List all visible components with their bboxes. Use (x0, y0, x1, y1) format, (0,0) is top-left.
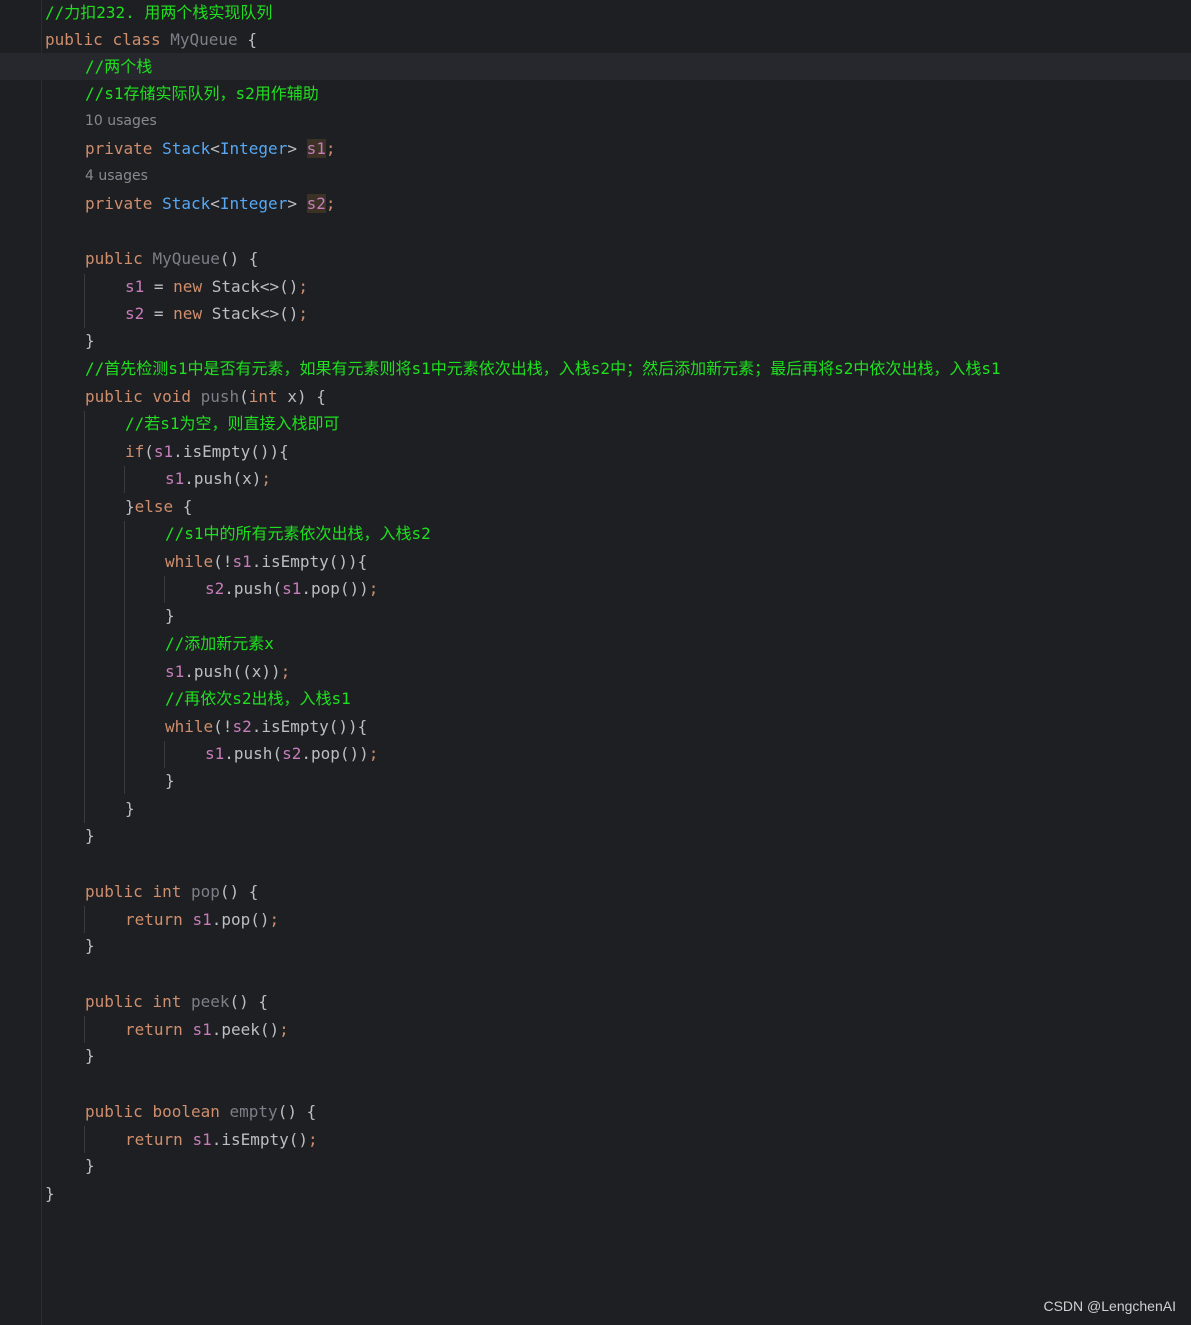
class-name: MyQueue (170, 30, 238, 49)
comment: //力扣232. 用两个栈实现队列 (45, 3, 273, 22)
type-name: Integer (219, 139, 288, 158)
code-line[interactable]: }else { (0, 493, 1191, 520)
code-line[interactable]: return s1.isEmpty(); (0, 1126, 1191, 1153)
code-line[interactable]: s2 = new Stack<>(); (0, 300, 1191, 327)
code-line[interactable]: } (0, 327, 1191, 354)
method-name: push (200, 387, 240, 406)
code-line[interactable]: } (0, 767, 1191, 794)
code-line[interactable]: while(!s2.isEmpty()){ (0, 713, 1191, 740)
usages-hint[interactable]: 4 usages (0, 163, 1191, 190)
comment: //s1存储实际队列，s2用作辅助 (85, 84, 319, 103)
method-name: MyQueue (152, 249, 220, 268)
keyword: public (85, 387, 143, 406)
watermark: CSDN @LengchenAI (1043, 1298, 1176, 1314)
code-line[interactable]: public boolean empty() { (0, 1098, 1191, 1125)
code-line[interactable]: //再依次s2出栈，入栈s1 (0, 685, 1191, 712)
code-line[interactable]: return s1.peek(); (0, 1016, 1191, 1043)
keyword: else (134, 497, 174, 516)
keyword: void (152, 387, 191, 406)
field-s1: s1 (306, 139, 326, 158)
field-ref: s1 (125, 277, 145, 296)
code-line[interactable]: public class MyQueue { (0, 26, 1191, 53)
comment: //若s1为空，则直接入栈即可 (125, 414, 340, 433)
brace: { (237, 30, 257, 49)
method-name: empty (229, 1102, 278, 1121)
usages-hint[interactable]: 10 usages (0, 108, 1191, 135)
code-editor[interactable]: //力扣232. 用两个栈实现队列 public class MyQueue {… (0, 0, 1191, 1325)
code-line[interactable]: private Stack<Integer> s1; (0, 135, 1191, 162)
code-line[interactable]: } (0, 932, 1191, 959)
keyword: new (173, 277, 203, 296)
code-line[interactable]: } (0, 602, 1191, 629)
field-s2: s2 (306, 194, 326, 213)
code-line[interactable]: //力扣232. 用两个栈实现队列 (0, 0, 1191, 26)
code-line[interactable]: } (0, 795, 1191, 822)
current-line[interactable]: //两个栈 (0, 53, 1191, 80)
code-line[interactable]: public int pop() { (0, 878, 1191, 905)
code-line[interactable]: return s1.pop(); (0, 906, 1191, 933)
code-line[interactable]: } (0, 822, 1191, 849)
keyword: int (248, 387, 278, 406)
keyword: while (165, 717, 214, 736)
comment: //首先检测s1中是否有元素，如果有元素则将s1中元素依次出栈，入栈s2中；然后… (85, 359, 1001, 378)
type-name: Integer (219, 194, 288, 213)
code-line[interactable]: } (0, 1152, 1191, 1179)
method-name: pop (190, 882, 220, 901)
code-line[interactable]: while(!s1.isEmpty()){ (0, 548, 1191, 575)
code-line[interactable]: s1 = new Stack<>(); (0, 273, 1191, 300)
keyword: while (165, 552, 214, 571)
code-line[interactable]: public void push(int x) { (0, 383, 1191, 410)
type-name: Stack (162, 194, 211, 213)
code-line[interactable]: } (0, 1180, 1191, 1207)
code-line[interactable]: //若s1为空，则直接入栈即可 (0, 410, 1191, 437)
keyword: private (85, 139, 153, 158)
keyword: new (173, 304, 203, 323)
field-ref: s2 (125, 304, 145, 323)
code-line[interactable]: s2.push(s1.pop()); (0, 575, 1191, 602)
code-line[interactable]: } (0, 1042, 1191, 1069)
keyword: private (85, 194, 153, 213)
usages-hint-text[interactable]: 10 usages (85, 108, 157, 135)
code-line[interactable]: //s1存储实际队列，s2用作辅助 (0, 80, 1191, 107)
type-name: Stack (162, 139, 211, 158)
keyword: class (112, 30, 161, 49)
usages-hint-text[interactable]: 4 usages (85, 163, 148, 190)
code-line[interactable]: s1.push(s2.pop()); (0, 740, 1191, 767)
code-line[interactable]: //添加新元素x (0, 630, 1191, 657)
code-line[interactable]: private Stack<Integer> s2; (0, 190, 1191, 217)
code-line[interactable]: if(s1.isEmpty()){ (0, 438, 1191, 465)
keyword: public (45, 30, 103, 49)
comment: //两个栈 (85, 57, 153, 76)
comment: //s1中的所有元素依次出栈，入栈s2 (165, 524, 431, 543)
method-name: peek (190, 992, 230, 1011)
code-line[interactable]: //首先检测s1中是否有元素，如果有元素则将s1中元素依次出栈，入栈s2中；然后… (0, 355, 1191, 382)
code-line[interactable]: public MyQueue() { (0, 245, 1191, 272)
code-line[interactable]: s1.push(x); (0, 465, 1191, 492)
code-line[interactable]: public int peek() { (0, 988, 1191, 1015)
keyword: if (125, 442, 145, 461)
code-line[interactable]: s1.push((x)); (0, 658, 1191, 685)
keyword: public (85, 249, 143, 268)
code-line[interactable]: //s1中的所有元素依次出栈，入栈s2 (0, 520, 1191, 547)
comment: //添加新元素x (165, 634, 274, 653)
comment: //再依次s2出栈，入栈s1 (165, 689, 351, 708)
